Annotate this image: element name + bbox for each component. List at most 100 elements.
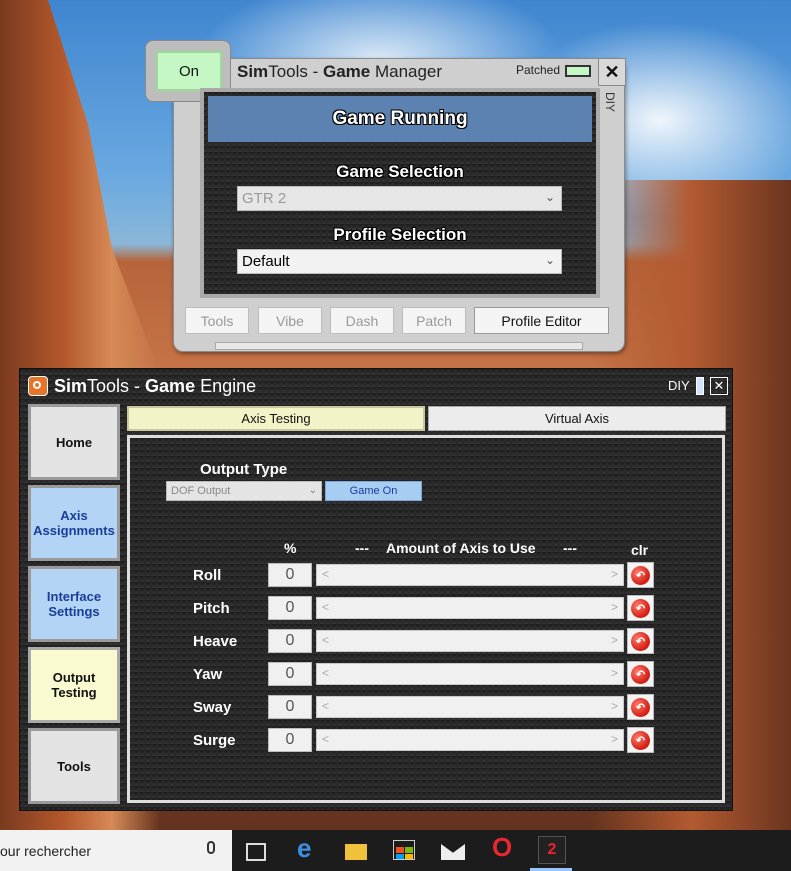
slider-left-arrow-icon[interactable]: <	[322, 633, 329, 647]
slider-left-arrow-icon[interactable]: <	[322, 567, 329, 581]
close-button[interactable]: ✕	[598, 58, 626, 86]
amount-header-dash-right: ---	[563, 540, 577, 556]
nav-home[interactable]: Home	[28, 404, 120, 480]
axis-row-surge: Surge 0 < > ↶	[130, 727, 720, 754]
axis-percent-value[interactable]: 0	[268, 629, 312, 653]
edge-icon[interactable]: e	[297, 833, 321, 863]
on-button[interactable]: On	[156, 51, 222, 91]
axis-percent-value[interactable]: 0	[268, 662, 312, 686]
chevron-down-icon: ⌄	[544, 253, 555, 267]
diy-toggle[interactable]	[696, 377, 704, 395]
vibe-button[interactable]: Vibe	[258, 307, 322, 334]
search-text: our rechercher	[0, 843, 92, 859]
game-engine-window: SimTools - Game Engine DIY ✕ Home Axis A…	[19, 368, 733, 811]
profile-selection-dropdown[interactable]: Default ⌄	[237, 249, 562, 274]
axis-amount-slider[interactable]: < >	[316, 663, 624, 685]
axis-row-sway: Sway 0 < > ↶	[130, 694, 720, 721]
tab-virtual-axis[interactable]: Virtual Axis	[428, 406, 726, 431]
gtr2-app-icon[interactable]: 2	[538, 836, 566, 864]
clear-axis-button[interactable]: ↶	[627, 661, 654, 687]
axis-amount-slider[interactable]: < >	[316, 630, 624, 652]
amount-header-dash-left: ---	[355, 540, 369, 556]
profile-selection-label: Profile Selection	[333, 225, 467, 244]
clear-axis-button[interactable]: ↶	[627, 694, 654, 720]
file-explorer-icon[interactable]	[345, 844, 367, 860]
nav-tools[interactable]: Tools	[28, 728, 120, 804]
opera-icon[interactable]: O	[492, 832, 516, 862]
axis-name: Pitch	[193, 600, 230, 617]
tools-button[interactable]: Tools	[185, 307, 249, 334]
nav-home-label: Home	[55, 434, 93, 450]
clear-axis-button[interactable]: ↶	[627, 562, 654, 588]
diy-label: DIY	[668, 378, 690, 393]
slider-left-arrow-icon[interactable]: <	[322, 732, 329, 746]
clear-axis-button[interactable]: ↶	[627, 628, 654, 654]
task-view-icon[interactable]	[246, 843, 266, 861]
nav-tools-label: Tools	[57, 758, 91, 774]
game-manager-title: SimTools - Game Manager	[237, 62, 442, 82]
axis-name: Sway	[193, 699, 232, 716]
profile-editor-button[interactable]: Profile Editor	[474, 307, 609, 334]
output-type-label: Output Type	[200, 461, 288, 478]
slider-right-arrow-icon[interactable]: >	[611, 699, 618, 713]
store-icon[interactable]	[393, 840, 415, 860]
axis-percent-value[interactable]: 0	[268, 728, 312, 752]
slider-left-arrow-icon[interactable]: <	[322, 699, 329, 713]
game-manager-panel: Game Running Game Selection GTR 2 ⌄ Prof…	[200, 88, 600, 298]
title-tools: Tools	[268, 62, 308, 81]
nav-output-testing[interactable]: Output Testing	[28, 647, 120, 723]
chevron-down-icon: ⌄	[544, 190, 555, 204]
tab-axis-testing[interactable]: Axis Testing	[127, 406, 425, 431]
diy-label[interactable]: DIY	[603, 92, 617, 112]
axis-row-yaw: Yaw 0 < > ↶	[130, 661, 720, 688]
axis-amount-slider[interactable]: < >	[316, 564, 624, 586]
output-type-dropdown[interactable]: DOF Output ⌄	[166, 481, 322, 501]
slider-right-arrow-icon[interactable]: >	[611, 600, 618, 614]
clear-axis-button[interactable]: ↶	[627, 595, 654, 621]
profile-selection-value: Default	[242, 253, 290, 270]
reset-icon: ↶	[631, 599, 650, 618]
percent-header: %	[284, 540, 297, 556]
axis-name: Heave	[193, 633, 238, 650]
axis-amount-slider[interactable]: < >	[316, 696, 624, 718]
nav-interface-settings-label: Interface Settings	[46, 589, 102, 619]
slider-left-arrow-icon[interactable]: <	[322, 666, 329, 680]
axis-row-pitch: Pitch 0 < > ↶	[130, 595, 720, 622]
patch-button[interactable]: Patch	[402, 307, 466, 334]
axis-name: Roll	[193, 567, 222, 584]
title-game: Game	[322, 62, 371, 81]
game-on-button[interactable]: Game On	[325, 481, 422, 501]
taskbar-search[interactable]: our rechercher	[0, 830, 232, 871]
game-manager-bottom-bar	[215, 342, 583, 350]
axis-amount-slider[interactable]: < >	[316, 729, 624, 751]
game-selection-label: Game Selection	[336, 162, 464, 181]
slider-right-arrow-icon[interactable]: >	[611, 666, 618, 680]
reset-icon: ↶	[631, 698, 650, 717]
reset-icon: ↶	[631, 566, 650, 585]
simtools-logo-icon	[28, 376, 48, 396]
game-manager-window: On SimTools - Game Manager Patched ✕ DIY…	[145, 40, 627, 352]
clr-header: clr	[631, 542, 649, 558]
clear-axis-button[interactable]: ↶	[627, 727, 654, 753]
game-engine-titlebar: SimTools - Game Engine DIY ✕	[20, 369, 732, 403]
nav-axis-assignments[interactable]: Axis Assignments	[28, 485, 120, 561]
slider-right-arrow-icon[interactable]: >	[611, 633, 618, 647]
patched-label: Patched	[516, 63, 561, 77]
axis-percent-value[interactable]: 0	[268, 596, 312, 620]
slider-right-arrow-icon[interactable]: >	[611, 732, 618, 746]
slider-right-arrow-icon[interactable]: >	[611, 567, 618, 581]
microphone-icon[interactable]	[207, 841, 215, 854]
title-manager: Manager	[370, 62, 443, 81]
slider-left-arrow-icon[interactable]: <	[322, 600, 329, 614]
mail-icon[interactable]	[441, 844, 465, 860]
dash-button[interactable]: Dash	[330, 307, 394, 334]
axis-percent-value[interactable]: 0	[268, 695, 312, 719]
axis-percent-value[interactable]: 0	[268, 563, 312, 587]
axis-amount-slider[interactable]: < >	[316, 597, 624, 619]
title-engine: Engine	[195, 376, 257, 396]
nav-interface-settings[interactable]: Interface Settings	[28, 566, 120, 642]
reset-icon: ↶	[631, 731, 650, 750]
close-button[interactable]: ✕	[710, 377, 728, 395]
game-selection-dropdown[interactable]: GTR 2 ⌄	[237, 186, 562, 211]
taskbar: our rechercher e O 2	[0, 830, 791, 871]
